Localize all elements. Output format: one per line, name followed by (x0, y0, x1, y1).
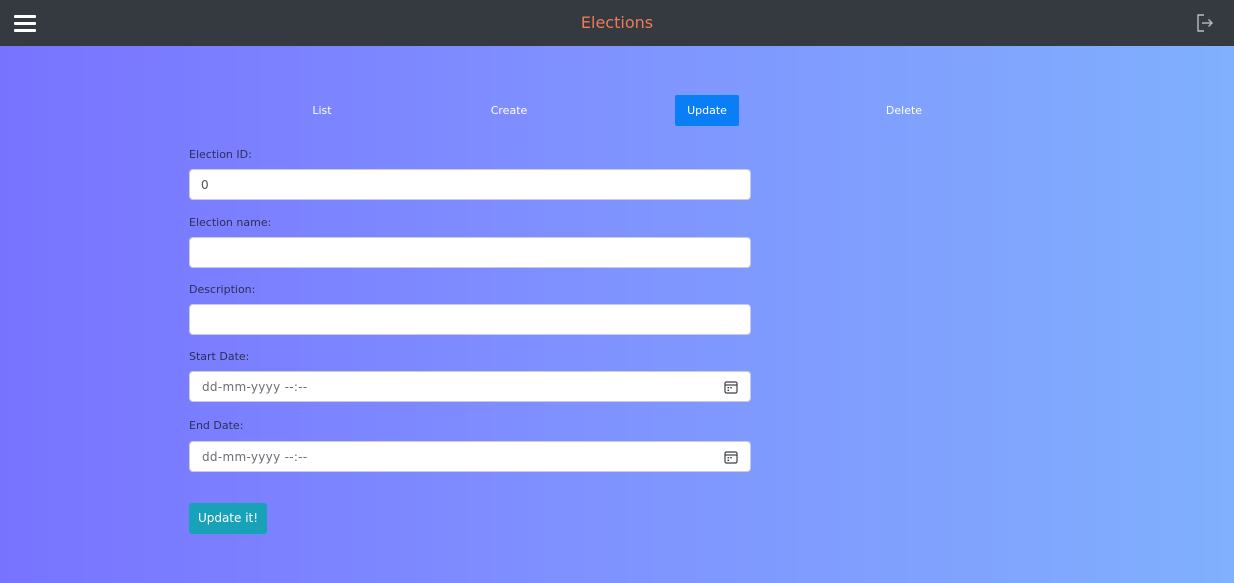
start-date-field[interactable]: dd-mm-yyyy --:-- (189, 371, 751, 402)
end-date-label: End Date: (189, 419, 244, 432)
tab-delete[interactable]: Delete (870, 95, 938, 126)
tab-update[interactable]: Update (675, 95, 739, 126)
tab-list[interactable]: List (290, 95, 354, 126)
start-date-placeholder: dd-mm-yyyy --:-- (202, 380, 308, 394)
election-id-field[interactable] (189, 169, 751, 200)
tab-create[interactable]: Create (476, 95, 542, 126)
logout-icon[interactable] (1196, 13, 1214, 33)
calendar-icon[interactable] (724, 380, 738, 394)
start-date-label: Start Date: (189, 350, 250, 363)
top-navbar: Elections (0, 0, 1234, 46)
update-it-button[interactable]: Update it! (189, 503, 267, 534)
end-date-field[interactable]: dd-mm-yyyy --:-- (189, 441, 751, 472)
election-name-field[interactable] (189, 237, 751, 268)
election-id-label: Election ID: (189, 148, 252, 161)
app-title: Elections (580, 13, 654, 32)
description-field[interactable] (189, 304, 751, 335)
election-name-label: Election name: (189, 216, 272, 229)
description-label: Description: (189, 283, 256, 296)
end-date-placeholder: dd-mm-yyyy --:-- (202, 450, 308, 464)
calendar-icon[interactable] (724, 450, 738, 464)
